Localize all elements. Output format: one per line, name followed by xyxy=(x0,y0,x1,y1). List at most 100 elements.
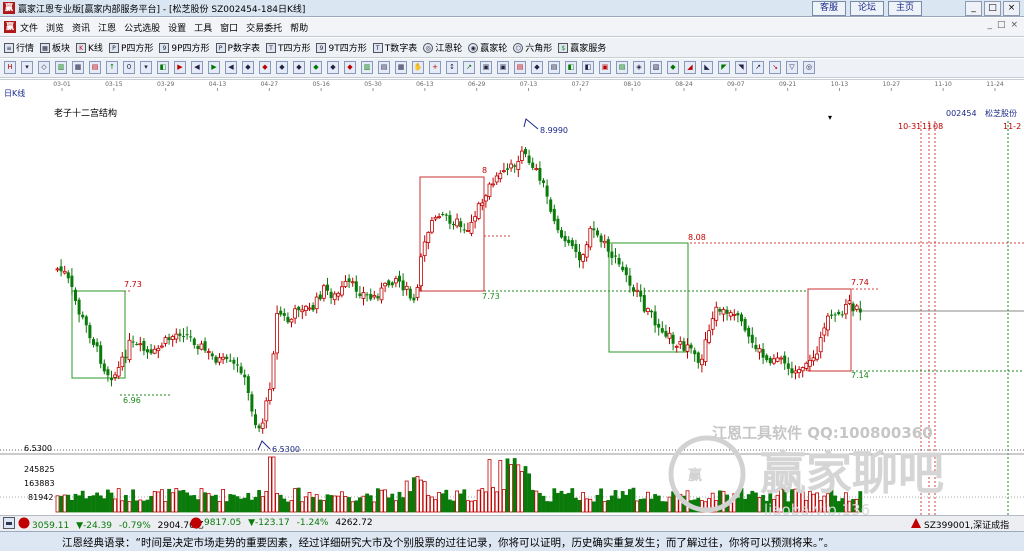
drawing-tool-icon[interactable]: ▤ xyxy=(548,61,560,74)
sh-index-value[interactable]: 3059.11 ▼-24.39 -0.79% 2904.70亿 xyxy=(32,518,204,531)
drawing-tool-icon[interactable]: ▣ xyxy=(599,61,611,74)
drawing-tool-icon[interactable]: ▤ xyxy=(514,61,526,74)
drawing-tool-icon[interactable]: ◧ xyxy=(565,61,577,74)
menu-info[interactable]: 资讯 xyxy=(72,21,90,34)
customer-service-link[interactable]: 客服 xyxy=(812,1,847,16)
sz-index-code[interactable]: SZ399001,深证成指 xyxy=(924,518,1009,531)
drawing-tool-icon[interactable]: ◥ xyxy=(735,61,747,74)
drawing-tool-icon[interactable]: ◆ xyxy=(242,61,254,74)
drawing-tool-icon[interactable]: ◧ xyxy=(582,61,594,74)
drawing-tool-icon[interactable]: ◈ xyxy=(633,61,645,74)
candle-body-down xyxy=(84,316,88,326)
winner-service-button[interactable]: $ 赢家服务 xyxy=(558,40,606,55)
drawing-tool-icon[interactable]: ▦ xyxy=(395,61,407,74)
drawing-tool-icon[interactable]: ◆ xyxy=(259,61,271,74)
candle-body-up xyxy=(293,308,298,319)
drawing-tool-icon[interactable]: ▥ xyxy=(55,61,67,74)
maximize-button[interactable]: □ xyxy=(984,1,1001,16)
drawing-tool-icon[interactable]: 0 xyxy=(123,61,135,74)
drawing-tool-icon[interactable]: ↕ xyxy=(446,61,458,74)
volume-bar-up xyxy=(393,500,398,513)
sector-button[interactable]: ▦ 板块 xyxy=(40,40,70,55)
drawing-tool-icon[interactable]: ✋ xyxy=(412,61,424,74)
candle-body-down xyxy=(347,278,351,282)
menu-formula[interactable]: 公式选股 xyxy=(124,21,160,34)
drawing-tool-icon[interactable]: ▥ xyxy=(361,61,373,74)
candle-body-up xyxy=(469,221,474,234)
drawing-tool-icon[interactable]: ▽ xyxy=(786,61,798,74)
drawing-tool-icon[interactable]: ◇ xyxy=(38,61,50,74)
drawing-tool-icon[interactable]: ↑ xyxy=(106,61,118,74)
9p-square-button[interactable]: 9 9P四方形 xyxy=(159,40,210,55)
mdi-close-button[interactable]: × xyxy=(1010,20,1018,30)
candle-body-up xyxy=(710,318,715,330)
drawing-tool-icon[interactable]: ▤ xyxy=(616,61,628,74)
drawing-tool-icon[interactable]: H xyxy=(4,61,16,74)
menu-browse[interactable]: 浏览 xyxy=(46,21,64,34)
menu-window[interactable]: 窗口 xyxy=(220,21,238,34)
drawing-tool-icon[interactable]: ◆ xyxy=(531,61,543,74)
menu-gann[interactable]: 江恩 xyxy=(98,21,116,34)
drawing-tool-icon[interactable]: ▶ xyxy=(208,61,220,74)
volume-bar-up xyxy=(321,500,326,513)
p-square-button[interactable]: P P四方形 xyxy=(108,40,153,55)
volume-bar-down xyxy=(451,500,456,513)
drawing-tool-icon[interactable]: ▤ xyxy=(89,61,101,74)
drawing-tool-icon[interactable]: ▧ xyxy=(650,61,662,74)
drawing-tool-icon[interactable]: + xyxy=(429,61,441,74)
kline-button[interactable]: K K线 xyxy=(76,40,103,55)
drawing-tool-icon[interactable]: ▶ xyxy=(174,61,186,74)
candle-body-down xyxy=(563,235,567,242)
candle-body-down xyxy=(66,272,70,279)
drawing-tool-icon[interactable]: ◀ xyxy=(225,61,237,74)
t-table-button[interactable]: T T数字表 xyxy=(372,40,417,55)
volume-bar-up xyxy=(415,475,420,513)
drawing-tool-icon[interactable]: ◢ xyxy=(684,61,696,74)
drawing-tool-icon[interactable]: ↗ xyxy=(463,61,475,74)
drawing-tool-icon[interactable]: ◧ xyxy=(157,61,169,74)
kline-chart[interactable]: 老子十二宫结构 ▾ 002454 松芝股份10-31 11 08 11-27.736.967… xyxy=(0,99,1024,515)
drawing-tool-icon[interactable]: ▤ xyxy=(378,61,390,74)
drawing-tool-icon[interactable]: ▣ xyxy=(497,61,509,74)
drawing-tool-icon[interactable]: ◆ xyxy=(344,61,356,74)
drawing-tool-icon[interactable]: ◤ xyxy=(718,61,730,74)
drawing-tool-icon[interactable]: ◀ xyxy=(191,61,203,74)
drawing-tool-icon[interactable]: ↗ xyxy=(752,61,764,74)
drawing-tool-icon[interactable]: ◆ xyxy=(276,61,288,74)
home-link[interactable]: 主页 xyxy=(888,1,923,16)
drawing-tool-icon[interactable]: ◆ xyxy=(293,61,305,74)
mdi-minimize-button[interactable]: _ xyxy=(987,20,992,30)
drawing-tool-icon[interactable]: ↘ xyxy=(769,61,781,74)
9t-square-button[interactable]: 9 9T四方形 xyxy=(316,40,367,55)
forum-link[interactable]: 论坛 xyxy=(850,1,885,16)
menu-tools[interactable]: 工具 xyxy=(194,21,212,34)
mdi-restore-button[interactable]: □ xyxy=(997,20,1006,30)
drawing-tool-icon[interactable]: ◎ xyxy=(803,61,815,74)
menu-settings[interactable]: 设置 xyxy=(168,21,186,34)
p-table-button[interactable]: P P数字表 xyxy=(215,40,260,55)
drawing-tool-icon[interactable]: ▾ xyxy=(140,61,152,74)
drawing-tool-icon[interactable]: ◆ xyxy=(667,61,679,74)
menu-file[interactable]: 文件 xyxy=(20,21,38,34)
document-icon[interactable]: 赢 xyxy=(4,21,16,33)
candle-body-up xyxy=(113,374,117,378)
quote-button[interactable]: ≡ 行情 xyxy=(4,40,34,55)
price-axis-label: 6.5300 xyxy=(24,444,52,453)
gann-wheel-button[interactable]: ◎ 江恩轮 xyxy=(423,40,462,55)
drawing-tool-icon[interactable]: ▾ xyxy=(21,61,33,74)
t-square-button[interactable]: T T四方形 xyxy=(265,40,310,55)
candle-body-up xyxy=(221,356,226,360)
drawing-tool-icon[interactable]: ◆ xyxy=(310,61,322,74)
drawing-tool-icon[interactable]: ◣ xyxy=(701,61,713,74)
drawing-tool-icon[interactable]: ◆ xyxy=(327,61,339,74)
close-button[interactable]: × xyxy=(1003,1,1020,16)
sz-index-value[interactable]: 9817.05 ▼-123.17 -1.24% 4262.72 xyxy=(204,518,373,528)
minimize-button[interactable]: _ xyxy=(965,1,982,16)
menu-help[interactable]: 帮助 xyxy=(290,21,308,34)
menu-trade[interactable]: 交易委托 xyxy=(246,21,282,34)
drawing-tool-icon[interactable]: ▣ xyxy=(480,61,492,74)
hexagon-button[interactable]: ⬡ 六角形 xyxy=(513,40,552,55)
drawing-tool-icon[interactable]: ▦ xyxy=(72,61,84,74)
9p-square-icon: 9 xyxy=(159,42,170,53)
winner-wheel-button[interactable]: ◉ 赢家轮 xyxy=(468,40,507,55)
